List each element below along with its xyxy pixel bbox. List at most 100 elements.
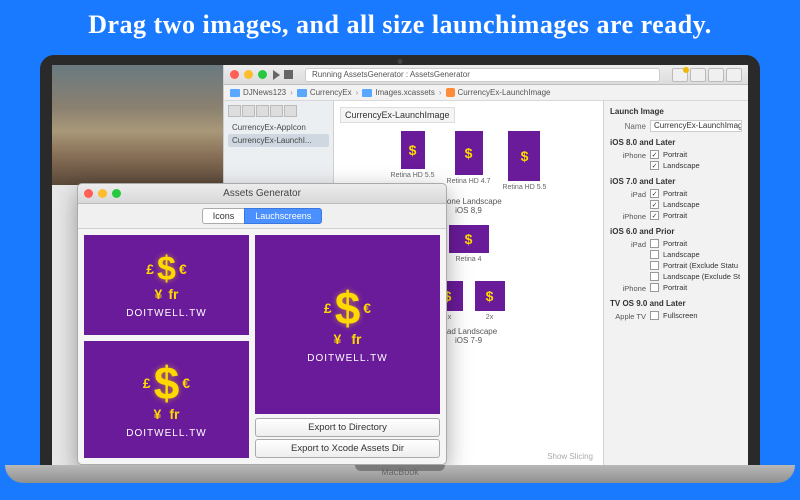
zoom-icon[interactable] [258, 70, 267, 79]
dollar-icon: $ [157, 252, 176, 286]
portrait-dropzone[interactable]: £ $ € ¥fr DOITWELL.TW [84, 341, 249, 458]
franc-icon: fr [351, 331, 361, 347]
device-label: iPhone [610, 151, 646, 160]
run-controls[interactable] [273, 70, 293, 80]
device-label: iPad [610, 190, 646, 199]
tab-icons[interactable]: Icons [202, 208, 245, 224]
project-icon [230, 89, 240, 97]
checkbox[interactable] [650, 150, 659, 159]
inspector-group-title: iOS 7.0 and Later [610, 177, 742, 186]
checkbox[interactable] [650, 261, 659, 270]
macbook-label: MacBook [5, 467, 795, 477]
brand-label: DOITWELL.TW [126, 428, 206, 439]
folder-icon [362, 89, 372, 97]
segmented-control[interactable]: Icons Lauchscreens [78, 204, 446, 229]
status-bar: Running AssetsGenerator : AssetsGenerato… [305, 68, 660, 82]
minimize-icon[interactable] [244, 70, 253, 79]
pound-icon: £ [324, 300, 332, 316]
preview-pane: £ $ € ¥fr DOITWELL.TW [255, 235, 440, 414]
checkbox-label: Portrait [663, 150, 687, 159]
checkbox-label: Landscape [663, 250, 700, 259]
checkbox-label: Portrait [663, 239, 687, 248]
headline: Drag two images, and all size launchimag… [0, 0, 800, 45]
inspector-group-title: TV OS 9.0 and Later [610, 299, 742, 308]
checkbox-label: Portrait [663, 189, 687, 198]
pound-icon: £ [146, 261, 154, 277]
device-label: iPad [610, 240, 646, 249]
panel-right-icon[interactable] [726, 68, 742, 82]
stop-icon[interactable] [284, 70, 293, 79]
asset-list-item[interactable]: CurrencyEx-LaunchI... [228, 134, 329, 147]
export-directory-button[interactable]: Export to Directory [255, 418, 440, 437]
checkbox[interactable] [650, 200, 659, 209]
launch-image-slot[interactable]: $Retina 4 [449, 225, 489, 263]
yen-icon: ¥ [155, 286, 163, 302]
franc-icon: fr [168, 286, 178, 302]
breadcrumb[interactable]: DJNews123 › CurrencyEx › Images.xcassets… [224, 85, 748, 101]
checkbox-label: Landscape [663, 200, 700, 209]
inspector-panel: Launch Image Name CurrencyEx-LaunchImag … [603, 101, 748, 465]
checkbox[interactable] [650, 311, 659, 320]
euro-icon: € [363, 300, 371, 316]
assets-icon [446, 88, 455, 97]
xcode-titlebar: Running AssetsGenerator : AssetsGenerato… [224, 65, 748, 85]
asset-list-item[interactable]: CurrencyEx-AppIcon [228, 121, 329, 134]
panel-bottom-icon[interactable] [708, 68, 724, 82]
launch-image-slot[interactable]: $Retina HD 4.7 [447, 131, 491, 191]
checkbox[interactable] [650, 211, 659, 220]
inspector-title: Launch Image [610, 107, 742, 116]
checkbox[interactable] [650, 250, 659, 259]
yen-icon: ¥ [154, 406, 162, 422]
checkbox[interactable] [650, 189, 659, 198]
show-slicing-button[interactable]: Show Slicing [547, 452, 593, 461]
assets-generator-window: Assets Generator Icons Lauchscreens £ $ … [77, 183, 447, 465]
launch-image-slot[interactable]: $Retina HD 5.5 [502, 131, 546, 191]
tab-launchscreens[interactable]: Lauchscreens [244, 208, 322, 224]
checkbox[interactable] [650, 239, 659, 248]
checkbox-label: Portrait (Exclude Statu [663, 261, 738, 270]
chevron-icon: › [290, 88, 293, 97]
checkbox-label: Fullscreen [663, 311, 698, 320]
nav-tab[interactable] [228, 105, 241, 117]
checkbox-label: Landscape [663, 161, 700, 170]
euro-icon: € [179, 261, 187, 277]
pound-icon: £ [143, 375, 151, 391]
chevron-icon: › [356, 88, 359, 97]
checkbox[interactable] [650, 272, 659, 281]
panel-left-icon[interactable] [690, 68, 706, 82]
brand-label: DOITWELL.TW [126, 308, 206, 319]
device-label [610, 273, 646, 282]
dollar-icon: $ [154, 360, 180, 406]
warnings-icon[interactable] [672, 68, 688, 82]
nav-tab[interactable] [284, 105, 297, 117]
device-label [610, 262, 646, 271]
device-label [610, 251, 646, 260]
checkbox-label: Landscape (Exclude St [663, 272, 740, 281]
landscape-dropzone[interactable]: £ $ € ¥ fr DOITWELL.TW [84, 235, 249, 335]
franc-icon: fr [169, 406, 179, 422]
device-label [610, 201, 646, 210]
window-title: Assets Generator [78, 188, 446, 199]
chevron-icon: › [439, 88, 442, 97]
inspector-group-title: iOS 6.0 and Prior [610, 227, 742, 236]
device-label: iPhone [610, 284, 646, 293]
export-xcode-button[interactable]: Export to Xcode Assets Dir [255, 439, 440, 458]
device-label: Apple TV [610, 312, 646, 321]
traffic-lights[interactable] [230, 70, 267, 79]
close-icon[interactable] [230, 70, 239, 79]
device-label [610, 162, 646, 171]
nav-tab[interactable] [256, 105, 269, 117]
checkbox[interactable] [650, 161, 659, 170]
nav-tab[interactable] [270, 105, 283, 117]
launch-image-slot[interactable]: $Retina HD 5.5 [391, 131, 435, 191]
checkbox[interactable] [650, 283, 659, 292]
nav-tab[interactable] [242, 105, 255, 117]
play-icon[interactable] [273, 70, 280, 80]
macbook-frame: Running AssetsGenerator : AssetsGenerato… [40, 55, 760, 483]
launch-image-slot[interactable]: $2x [475, 281, 505, 321]
brand-label: DOITWELL.TW [307, 353, 387, 364]
name-field[interactable]: CurrencyEx-LaunchImag [650, 120, 742, 132]
yen-icon: ¥ [334, 331, 342, 347]
asset-title: CurrencyEx-LaunchImage [340, 107, 455, 123]
folder-icon [297, 89, 307, 97]
